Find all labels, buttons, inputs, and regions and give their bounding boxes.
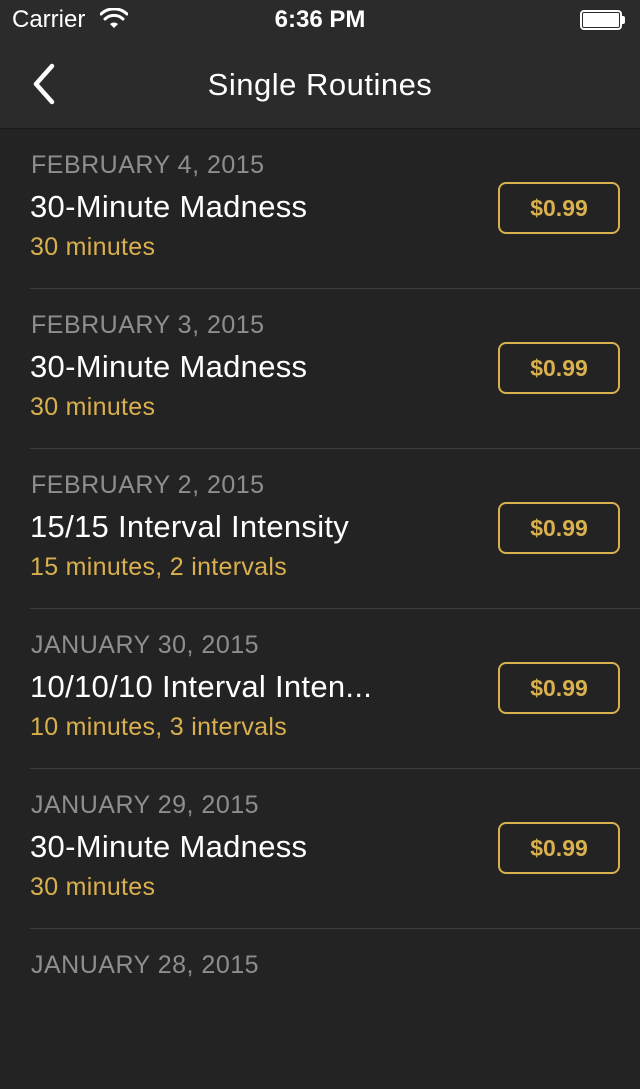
routine-duration: 15 minutes, 2 intervals bbox=[30, 553, 288, 581]
price-button[interactable]: $0.99 bbox=[498, 342, 620, 394]
routine-title: 15/15 Interval Intensity bbox=[30, 509, 350, 544]
price-button[interactable]: $0.99 bbox=[498, 822, 620, 874]
list-item[interactable]: JANUARY 28, 2015 bbox=[0, 929, 640, 1089]
routine-date: JANUARY 29, 2015 bbox=[31, 791, 260, 819]
routine-title: 30-Minute Madness bbox=[30, 829, 308, 864]
routine-date: JANUARY 28, 2015 bbox=[31, 951, 260, 979]
routine-title: 10/10/10 Interval Inten... bbox=[30, 669, 373, 704]
list-item[interactable]: FEBRUARY 3, 2015 30-Minute Madness 30 mi… bbox=[0, 289, 640, 449]
routine-title: 30-Minute Madness bbox=[30, 189, 308, 224]
routine-date: FEBRUARY 3, 2015 bbox=[31, 311, 265, 339]
routine-list: FEBRUARY 4, 2015 30-Minute Madness 30 mi… bbox=[0, 129, 640, 1089]
list-item[interactable]: JANUARY 29, 2015 30-Minute Madness 30 mi… bbox=[0, 769, 640, 929]
routine-duration: 30 minutes bbox=[30, 873, 156, 901]
list-item[interactable]: FEBRUARY 2, 2015 15/15 Interval Intensit… bbox=[0, 449, 640, 609]
page-title: Single Routines bbox=[207, 67, 433, 102]
price-button[interactable]: $0.99 bbox=[498, 502, 620, 554]
routine-duration: 30 minutes bbox=[30, 233, 156, 261]
routine-date: FEBRUARY 2, 2015 bbox=[31, 471, 265, 499]
status-bar: Carrier 6:36 PM bbox=[0, 0, 640, 40]
routine-date: JANUARY 30, 2015 bbox=[31, 631, 260, 659]
list-item[interactable]: JANUARY 30, 2015 10/10/10 Interval Inten… bbox=[0, 609, 640, 769]
routine-date: FEBRUARY 4, 2015 bbox=[31, 151, 265, 179]
navigation-bar: Single Routines bbox=[0, 40, 640, 129]
routine-duration: 30 minutes bbox=[30, 393, 156, 421]
routine-title: 30-Minute Madness bbox=[30, 349, 308, 384]
battery-icon bbox=[580, 10, 625, 30]
price-button[interactable]: $0.99 bbox=[498, 182, 620, 234]
routine-duration: 10 minutes, 3 intervals bbox=[30, 713, 288, 741]
list-item[interactable]: FEBRUARY 4, 2015 30-Minute Madness 30 mi… bbox=[0, 129, 640, 289]
price-button[interactable]: $0.99 bbox=[498, 662, 620, 714]
status-time: 6:36 PM bbox=[274, 6, 366, 33]
